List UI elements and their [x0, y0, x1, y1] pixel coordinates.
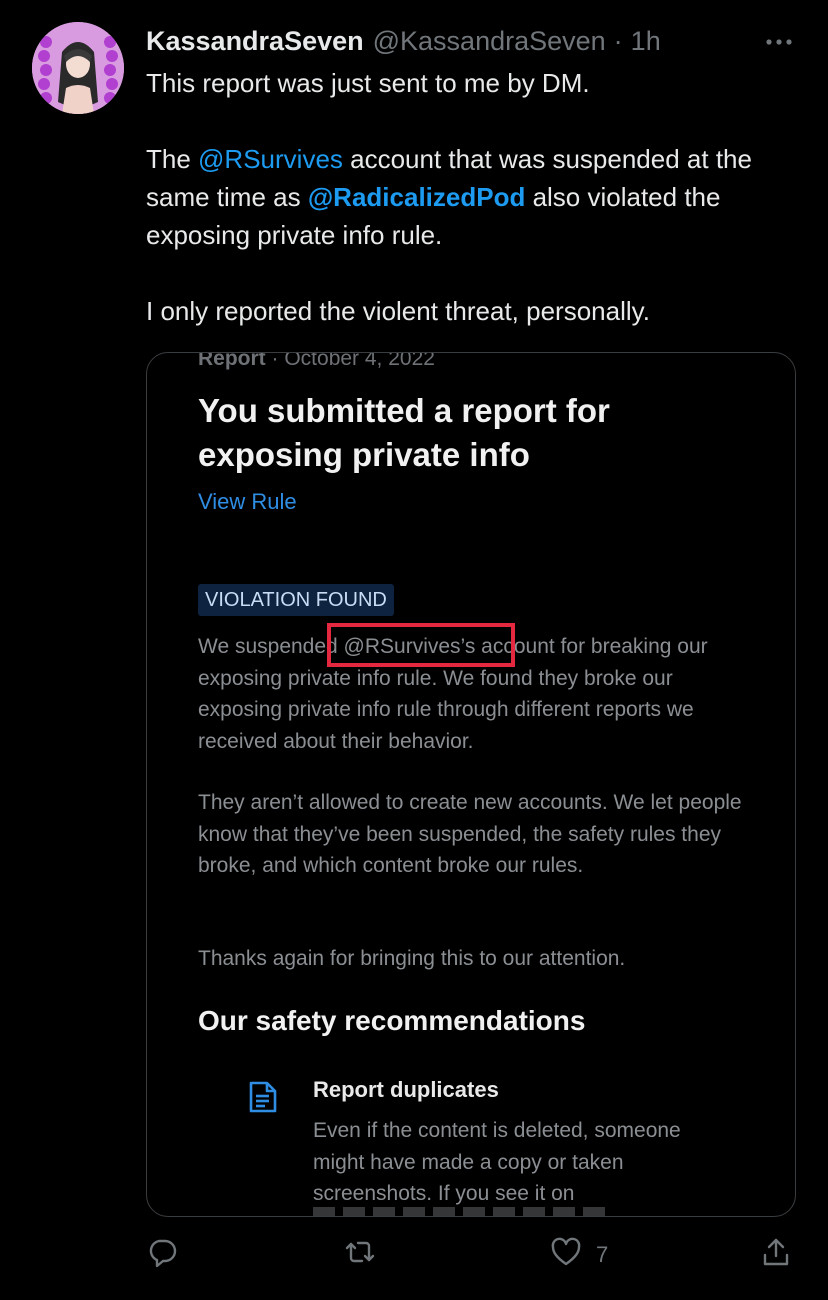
report-paragraph-2: They aren’t allowed to create new accoun…	[198, 787, 758, 882]
tweet-actions: 7	[146, 1236, 806, 1280]
retweet-icon	[344, 1236, 376, 1273]
view-rule-link: View Rule	[198, 489, 297, 514]
timestamp[interactable]: 1h	[631, 26, 661, 57]
like-count: 7	[596, 1241, 609, 1267]
paragraph-text: Even if the content is deleted, someone …	[313, 1119, 681, 1205]
meta-separator: ·	[265, 352, 285, 370]
tweet-line-1: This report was just sent to me by DM.	[146, 68, 590, 98]
recommendation-title: Report duplicates	[313, 1077, 499, 1102]
attached-image[interactable]: Report · October 4, 2022 You submitted a…	[146, 352, 796, 1217]
share-button[interactable]	[760, 1236, 792, 1273]
heart-icon	[550, 1236, 582, 1273]
recommendation-body: Even if the content is deleted, someone …	[313, 1115, 723, 1210]
reply-icon	[146, 1236, 178, 1273]
cutoff-text-line	[313, 1207, 613, 1216]
report-label: Report	[198, 352, 266, 370]
mention-link[interactable]: @RSurvives	[198, 144, 343, 174]
document-icon	[245, 1079, 281, 1115]
more-horizontal-icon[interactable]	[764, 30, 794, 54]
tweet-header: KassandraSeven @KassandraSeven · 1h	[146, 24, 798, 58]
red-highlight-box	[327, 623, 515, 667]
report-paragraph-3: Thanks again for bringing this to our at…	[198, 943, 758, 975]
violation-badge: VIOLATION FOUND	[198, 584, 394, 616]
report-meta: Report · October 4, 2022	[198, 352, 435, 371]
tweet-text: This report was just sent to me by DM. T…	[146, 64, 806, 330]
tweet-paragraph-2: The @RSurvives account that was suspende…	[146, 140, 806, 254]
tweet-paragraph-3: I only reported the violent threat, pers…	[146, 296, 650, 326]
avatar[interactable]	[32, 22, 124, 114]
reply-button[interactable]	[146, 1236, 178, 1273]
mention-link[interactable]: @RadicalizedPod	[308, 182, 526, 212]
report-date: October 4, 2022	[284, 352, 435, 370]
report-title: You submitted a report for exposing priv…	[198, 392, 610, 473]
handle[interactable]: @KassandraSeven	[373, 26, 606, 57]
retweet-button[interactable]	[344, 1236, 376, 1273]
text-fragment: The	[146, 144, 199, 174]
paragraph-text: Thanks again for bringing this to our at…	[198, 947, 626, 970]
like-button[interactable]: 7	[550, 1236, 608, 1273]
paragraph-text: They aren’t allowed to create new accoun…	[198, 791, 742, 877]
safety-heading: Our safety recommendations	[198, 1005, 586, 1036]
display-name[interactable]: KassandraSeven	[146, 26, 364, 57]
share-icon	[760, 1236, 792, 1273]
separator: ·	[613, 25, 623, 56]
